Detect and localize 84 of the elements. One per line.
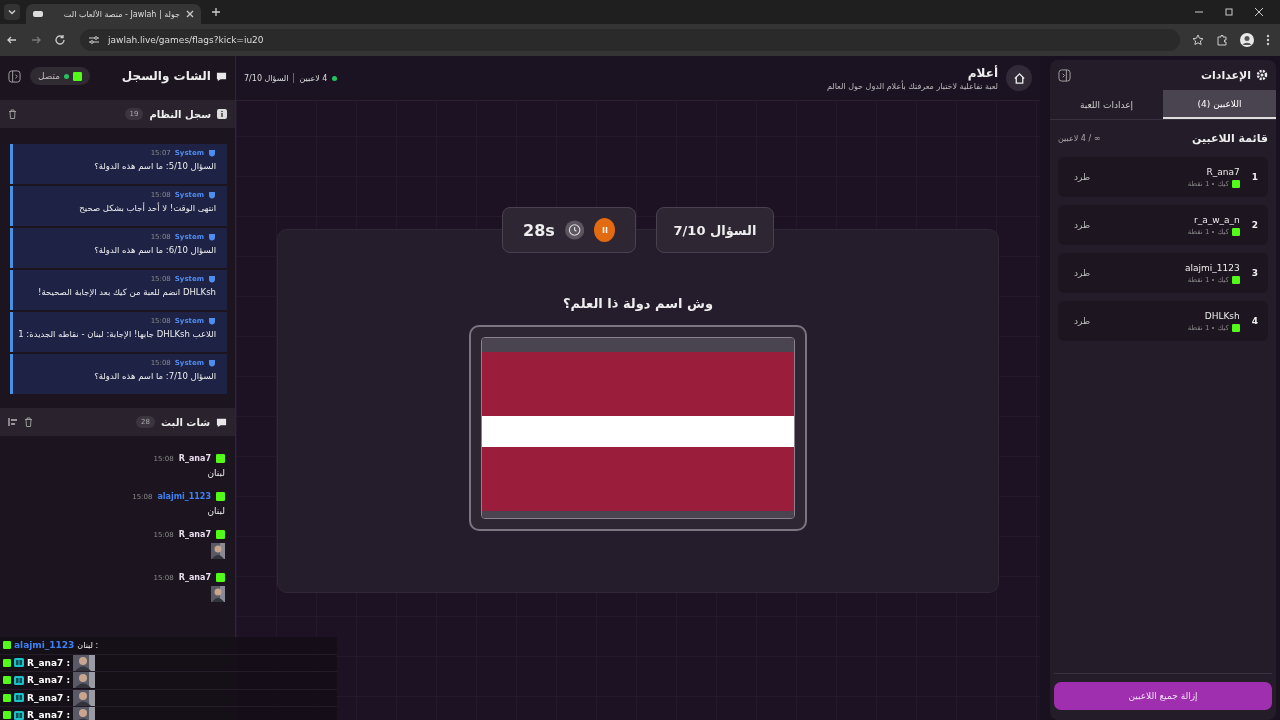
tab-list-button[interactable] [4,4,20,20]
player-rank: 4 [1251,316,1258,326]
close-icon[interactable] [185,9,195,19]
kick-button[interactable]: طرد [1068,171,1097,183]
align-icon[interactable] [8,417,18,427]
back-icon[interactable] [6,34,18,46]
kick-button[interactable]: طرد [1068,315,1097,327]
bookmark-star-icon[interactable] [1192,34,1204,46]
clock-icon [564,219,585,241]
player-name: DHLKsh [1203,310,1240,321]
home-button[interactable] [1006,65,1032,91]
platform-icon [216,573,225,582]
trash-icon[interactable] [8,109,17,119]
player-rank: 3 [1251,268,1258,278]
player-count: 4 لاعبين [299,73,328,83]
tab[interactable]: إعدادات اللعبة [1050,90,1163,119]
panel-title: الشات والسجل [121,69,211,83]
remove-all-button[interactable]: إزالة جميع اللاعبين [1054,682,1272,710]
timer: 28s [523,220,555,240]
username: R_ana7 : [27,657,70,668]
shield-icon [208,149,216,157]
player-name: r_a_w_a_n [1192,214,1240,225]
platform-icon [216,454,225,463]
collapse-panel-icon[interactable] [8,69,21,83]
shield-icon [208,317,216,325]
username: R_ana7 : [27,692,70,703]
message-text: لبنان [206,468,225,478]
info-icon [217,109,227,119]
new-tab-icon[interactable] [211,7,221,17]
question-badge: السؤال 7/10 [656,207,774,253]
question-text: وش اسم دولة ذا العلم؟ [563,296,713,311]
game-title: أعلام [966,65,998,80]
username: R_ana7 [178,573,211,582]
platform-icon [216,492,225,501]
username: R_ana7 [178,530,211,539]
panel-title: الإعدادات [1200,68,1251,82]
browser-tab[interactable]: جولة | Jawlah - منصة الألعاب الت [26,4,201,24]
favicon-icon [32,8,44,20]
username: R_ana7 : [27,710,70,720]
player-rank: 1 [1251,172,1258,182]
restore-icon[interactable] [1224,7,1234,17]
platform-icon [216,530,225,539]
shield-icon [208,275,216,283]
home-icon [1012,71,1026,85]
chat-icon [216,416,227,428]
chevron-down-icon [7,7,17,17]
pause-button[interactable] [594,218,615,242]
username: alajmi_1123 [14,640,75,651]
chat-icon [216,70,227,82]
shield-icon [208,233,216,241]
player-capacity: ∞ / 4 لاعبين [1058,134,1101,143]
platform-icon [73,71,83,81]
pause-icon [600,226,609,234]
trash-icon[interactable] [24,417,33,427]
username: R_ana7 [178,454,211,463]
profile-avatar-icon[interactable] [1240,33,1254,47]
forward-icon[interactable] [30,34,42,46]
kick-button[interactable]: طرد [1068,267,1097,279]
username: alajmi_1123 [157,492,211,501]
tab[interactable]: اللاعبين (4) [1163,90,1276,119]
platform-icon [1231,227,1240,236]
menu-icon[interactable] [1266,34,1270,46]
message-text: : لبنان [77,640,99,650]
reload-icon[interactable] [54,34,66,46]
platform-icon [1231,275,1240,284]
connection-status: متصل [30,67,91,85]
username: R_ana7 : [27,675,70,686]
player-name: alajmi_1123 [1185,262,1240,273]
close-icon[interactable] [1254,7,1264,17]
player-name: R_ana7 [1205,166,1240,177]
player-rank: 2 [1251,220,1258,230]
extensions-icon[interactable] [1216,34,1228,46]
shield-icon [208,359,216,367]
shield-icon [208,191,216,199]
platform-icon [1231,179,1240,188]
site-info-icon [88,34,100,46]
address-field[interactable]: jawlah.live/games/flags?kick=iu20 [80,29,1180,51]
collapse-panel-icon[interactable] [1058,68,1071,82]
list-title: قائمة اللاعبين [1192,132,1268,145]
settings-icon [1256,69,1268,81]
kick-button[interactable]: طرد [1068,219,1097,231]
platform-icon [1231,323,1240,332]
game-description: لعبة تفاعلية لاختبار معرفتك بأعلام الدول حول العالم [826,81,998,91]
message-text: لبنان [206,506,225,516]
